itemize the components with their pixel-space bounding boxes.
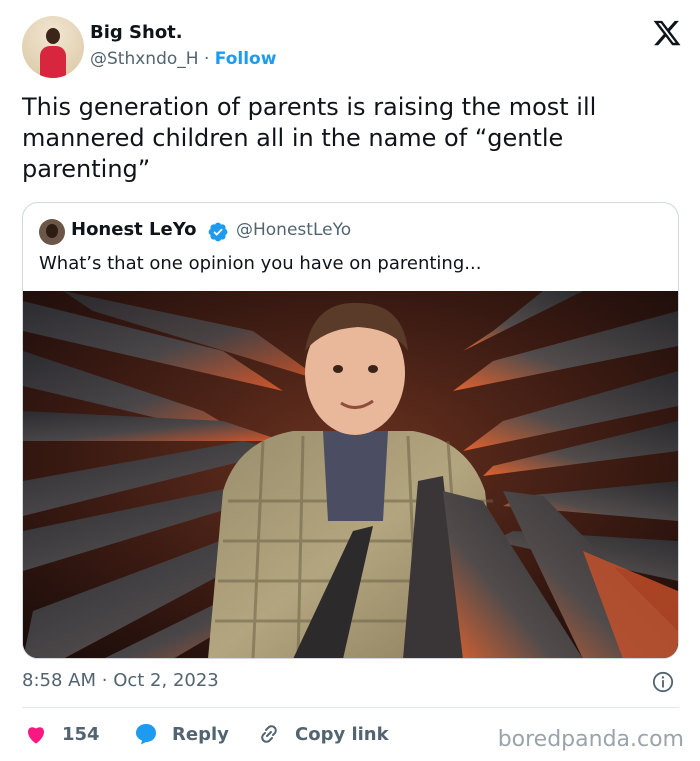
heart-icon <box>28 727 44 744</box>
timestamp-separator: · <box>101 670 108 691</box>
reply-button[interactable]: Reply <box>134 718 229 750</box>
speech-bubble-icon <box>136 724 156 745</box>
knives-meme-illustration <box>23 291 678 658</box>
verified-badge-icon <box>208 222 228 242</box>
quoted-author-avatar[interactable] <box>39 219 65 245</box>
author-handle[interactable]: @Sthxndo_H <box>90 49 199 69</box>
separator-dot: · <box>203 49 210 69</box>
like-button[interactable]: 154 <box>24 718 100 750</box>
quoted-author-name[interactable]: Honest LeYo <box>71 219 196 240</box>
copy-link-button[interactable]: Copy link <box>257 718 389 750</box>
author-avatar[interactable] <box>22 16 84 78</box>
tweet-timestamp[interactable]: 8:58 AM · Oct 2, 2023 <box>22 670 219 691</box>
divider <box>22 707 679 708</box>
like-count: 154 <box>62 723 100 745</box>
quoted-tweet[interactable]: Honest LeYo @HonestLeYo What’s that one … <box>22 202 679 659</box>
author-name[interactable]: Big Shot. <box>90 22 183 43</box>
author-handle-row: @Sthxndo_H · Follow <box>90 49 276 69</box>
follow-button[interactable]: Follow <box>215 49 277 69</box>
x-logo-icon[interactable] <box>652 18 682 48</box>
quoted-tweet-text: What’s that one opinion you have on pare… <box>39 253 482 274</box>
reply-label: Reply <box>172 723 229 745</box>
link-icon <box>261 725 277 743</box>
tweet-header: Big Shot. @Sthxndo_H · Follow <box>22 16 682 78</box>
tweet-time: 8:58 AM <box>22 670 96 691</box>
tweet-text: This generation of parents is raising th… <box>22 93 597 183</box>
info-icon[interactable] <box>652 671 674 693</box>
quoted-media-image[interactable] <box>23 291 678 658</box>
tweet-date: Oct 2, 2023 <box>113 670 219 691</box>
quoted-author-handle[interactable]: @HonestLeYo <box>236 220 351 240</box>
copy-link-label: Copy link <box>295 723 389 745</box>
tweet-actions: 154 Reply Copy link <box>22 718 482 750</box>
source-watermark: boredpanda.com <box>497 727 684 752</box>
